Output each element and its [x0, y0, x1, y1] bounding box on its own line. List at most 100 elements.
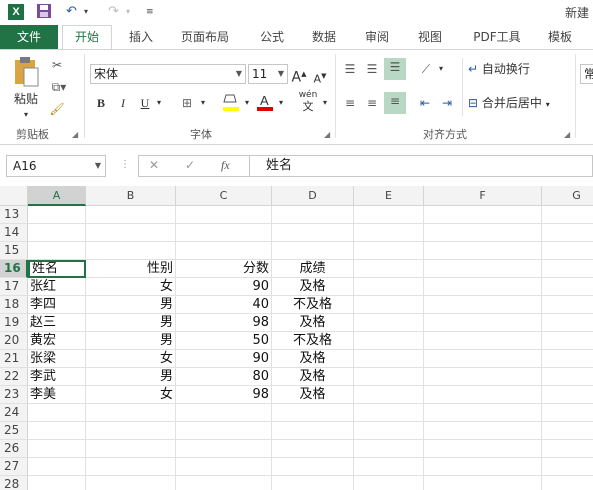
table-cell[interactable] — [424, 314, 542, 332]
tab-file[interactable]: 文件 — [0, 25, 58, 49]
table-cell[interactable] — [354, 332, 424, 350]
paste-dropdown-icon[interactable]: ▾ — [18, 106, 34, 124]
table-cell[interactable] — [354, 224, 424, 242]
row-header[interactable]: 13 — [0, 206, 28, 224]
table-cell[interactable] — [542, 314, 593, 332]
paste-button[interactable] — [8, 56, 44, 93]
table-cell[interactable]: 张梁 — [28, 350, 86, 368]
table-cell[interactable] — [542, 458, 593, 476]
table-cell[interactable]: 男 — [86, 332, 176, 350]
table-cell[interactable] — [28, 242, 86, 260]
bold-button[interactable]: B — [94, 94, 108, 112]
table-cell[interactable] — [28, 224, 86, 242]
tab-formulas[interactable]: 公式 — [250, 25, 294, 49]
column-header-d[interactable]: D — [272, 186, 354, 206]
table-cell[interactable] — [86, 440, 176, 458]
table-cell[interactable] — [424, 296, 542, 314]
table-cell[interactable] — [272, 440, 354, 458]
orientation-dropdown-icon[interactable]: ▾ — [436, 60, 446, 78]
row-header[interactable]: 15 — [0, 242, 28, 260]
table-cell[interactable] — [542, 422, 593, 440]
table-cell[interactable]: 李美 — [28, 386, 86, 404]
table-cell[interactable] — [86, 224, 176, 242]
table-cell[interactable]: 不及格 — [272, 296, 354, 314]
table-cell[interactable]: 男 — [86, 368, 176, 386]
table-cell[interactable]: 及格 — [272, 278, 354, 296]
align-right-icon[interactable]: ≡ — [384, 92, 406, 114]
table-cell[interactable]: 不及格 — [272, 332, 354, 350]
table-cell[interactable] — [354, 404, 424, 422]
tab-insert[interactable]: 插入 — [118, 25, 164, 49]
clipboard-launcher-icon[interactable]: ◢ — [72, 130, 78, 139]
table-cell[interactable] — [28, 206, 86, 224]
table-cell[interactable] — [354, 242, 424, 260]
row-header[interactable]: 14 — [0, 224, 28, 242]
table-cell[interactable] — [542, 260, 593, 278]
table-cell[interactable] — [424, 224, 542, 242]
column-header-f[interactable]: F — [424, 186, 542, 206]
wrap-text-button[interactable]: ↵ 自动换行 — [468, 60, 552, 78]
tab-data[interactable]: 数据 — [302, 25, 346, 49]
table-cell[interactable] — [354, 314, 424, 332]
table-cell[interactable] — [176, 242, 272, 260]
borders-icon[interactable]: ⊞ — [178, 94, 196, 112]
table-cell[interactable] — [176, 422, 272, 440]
table-cell[interactable]: 张红 — [28, 278, 86, 296]
table-cell[interactable] — [542, 368, 593, 386]
cut-icon[interactable]: ✂ — [48, 56, 66, 74]
phonetic-button[interactable]: wén 文 — [296, 90, 320, 114]
table-cell[interactable] — [354, 440, 424, 458]
insert-function-button[interactable]: fx — [221, 158, 230, 173]
table-cell[interactable]: 90 — [176, 350, 272, 368]
table-cell[interactable]: 男 — [86, 296, 176, 314]
table-cell[interactable] — [424, 476, 542, 490]
table-cell[interactable] — [542, 242, 593, 260]
table-cell[interactable]: 李四 — [28, 296, 86, 314]
table-cell[interactable] — [424, 260, 542, 278]
table-cell[interactable] — [542, 404, 593, 422]
column-header-a[interactable]: A — [28, 186, 86, 206]
table-cell[interactable] — [542, 206, 593, 224]
table-cell[interactable] — [354, 422, 424, 440]
table-cell[interactable]: 成绩 — [272, 260, 354, 278]
table-cell[interactable] — [354, 458, 424, 476]
row-header[interactable]: 26 — [0, 440, 28, 458]
redo-icon[interactable]: ↷ — [108, 3, 119, 21]
phonetic-dropdown-icon[interactable]: ▾ — [320, 94, 330, 112]
tab-review[interactable]: 审阅 — [355, 25, 399, 49]
table-cell[interactable] — [542, 278, 593, 296]
table-cell[interactable] — [86, 422, 176, 440]
column-header-b[interactable]: B — [86, 186, 176, 206]
column-header-c[interactable]: C — [176, 186, 272, 206]
table-cell[interactable] — [354, 476, 424, 490]
table-cell[interactable] — [354, 278, 424, 296]
copy-icon[interactable]: ⧉▾ — [48, 78, 70, 96]
table-cell[interactable]: 90 — [176, 278, 272, 296]
table-cell[interactable] — [176, 440, 272, 458]
table-cell[interactable] — [542, 296, 593, 314]
column-header-e[interactable]: E — [354, 186, 424, 206]
decrease-font-icon[interactable]: A▼ — [313, 67, 327, 89]
format-painter-icon[interactable]: 🖌 — [48, 100, 66, 118]
table-cell[interactable]: 男 — [86, 314, 176, 332]
font-color-dropdown-icon[interactable]: ▾ — [276, 94, 286, 112]
table-cell[interactable] — [542, 386, 593, 404]
align-middle-icon[interactable]: ☰ — [362, 60, 382, 78]
font-launcher-icon[interactable]: ◢ — [324, 130, 330, 139]
table-cell[interactable] — [354, 260, 424, 278]
table-cell[interactable] — [542, 332, 593, 350]
table-cell[interactable] — [424, 404, 542, 422]
table-cell[interactable]: 98 — [176, 386, 272, 404]
table-cell[interactable] — [424, 206, 542, 224]
table-cell[interactable] — [272, 224, 354, 242]
tab-page-layout[interactable]: 页面布局 — [172, 25, 238, 49]
table-cell[interactable] — [176, 458, 272, 476]
cancel-icon[interactable]: ✕ — [149, 158, 159, 172]
tab-pdf-tools[interactable]: PDF工具 — [462, 25, 532, 49]
align-center-icon[interactable]: ≡ — [362, 94, 382, 112]
table-cell[interactable] — [272, 404, 354, 422]
row-header[interactable]: 19 — [0, 314, 28, 332]
table-cell[interactable]: 40 — [176, 296, 272, 314]
table-cell[interactable] — [272, 458, 354, 476]
underline-dropdown-icon[interactable]: ▾ — [154, 94, 164, 112]
